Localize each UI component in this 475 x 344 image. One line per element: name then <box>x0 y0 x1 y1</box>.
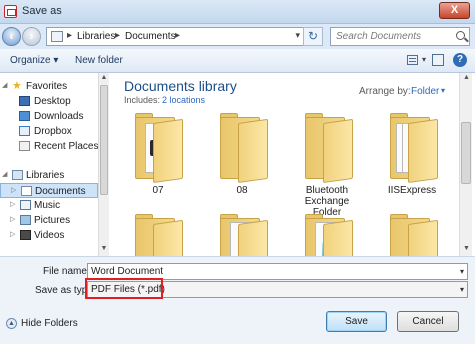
dropbox-icon <box>19 126 30 136</box>
includes-label: Includes: <box>124 95 161 105</box>
arrange-by-label: Arrange by: <box>359 86 411 97</box>
pictures-icon <box>20 215 31 225</box>
forward-button[interactable]: › <box>22 27 41 46</box>
locations-link[interactable]: 2 locations <box>162 95 205 105</box>
annotation-highlight <box>85 278 163 299</box>
nav-favorites-header[interactable]: ◢ ★ Favorites <box>0 79 98 94</box>
search-icon[interactable] <box>456 31 465 40</box>
nav-label: Videos <box>34 230 65 241</box>
folder-item[interactable] <box>127 212 187 256</box>
content-scrollbar[interactable]: ▲ ▼ <box>459 73 472 256</box>
music-icon <box>20 200 31 210</box>
pdf-app-icon <box>4 5 17 18</box>
chevron-right-icon: ▸ <box>67 30 73 41</box>
nav-label: Downloads <box>34 111 84 122</box>
folder-name[interactable]: 07 <box>128 185 188 196</box>
collapse-up-icon[interactable]: ▲ <box>6 318 17 329</box>
search-placeholder: Search Documents <box>336 31 422 42</box>
nav-item-desktop[interactable]: Desktop <box>0 94 98 109</box>
preview-pane-icon[interactable] <box>432 54 444 66</box>
folder-item[interactable] <box>212 212 272 256</box>
hide-folders-button[interactable]: Hide Folders <box>21 318 78 329</box>
nav-label: Dropbox <box>34 126 72 137</box>
nav-label: Desktop <box>34 96 71 107</box>
refresh-icon[interactable]: ↻ <box>303 27 323 46</box>
scroll-thumb[interactable] <box>461 122 471 184</box>
nav-label: Music <box>34 200 61 211</box>
breadcrumb-libraries[interactable]: Libraries <box>77 31 115 42</box>
folder-name[interactable]: IISExpress <box>381 185 443 196</box>
downloads-icon <box>19 111 30 121</box>
window-title: Save as <box>22 5 62 17</box>
expand-icon[interactable]: ◢ <box>2 81 7 89</box>
nav-item-recent-places[interactable]: Recent Places <box>0 139 98 154</box>
toolbar: Organize ▾ New folder ▾ ? <box>0 49 475 73</box>
recent-places-icon <box>19 141 30 151</box>
nav-item-dropbox[interactable]: Dropbox <box>0 124 98 139</box>
folder-name[interactable]: 08 <box>212 185 272 196</box>
scroll-thumb[interactable] <box>100 85 108 195</box>
nav-label: Documents <box>35 186 86 197</box>
nav-label: Libraries <box>26 170 65 181</box>
expand-icon[interactable]: ▷ <box>10 230 15 238</box>
scroll-down-icon[interactable]: ▼ <box>462 245 471 255</box>
libraries-icon <box>12 170 23 180</box>
chevron-down-icon[interactable]: ▾ <box>460 267 464 276</box>
nav-item-downloads[interactable]: Downloads <box>0 109 98 124</box>
scroll-up-icon[interactable]: ▲ <box>462 74 471 84</box>
organize-button[interactable]: Organize ▾ <box>10 55 58 66</box>
cancel-button[interactable]: Cancel <box>397 311 459 332</box>
title-bar: Save as X <box>0 0 475 24</box>
nav-scrollbar[interactable]: ▲ ▼ <box>98 73 109 256</box>
navigation-pane: ◢ ★ Favorites Desktop Downloads Dropbox … <box>0 73 108 256</box>
expand-icon[interactable]: ◢ <box>2 170 7 178</box>
file-name-value: Word Document <box>91 266 164 277</box>
folder-item[interactable] <box>297 113 357 187</box>
new-folder-button[interactable]: New folder <box>75 55 123 66</box>
nav-libraries-header[interactable]: ◢ Libraries <box>0 168 98 183</box>
close-button[interactable]: X <box>439 2 470 19</box>
nav-label: Recent Places <box>34 141 99 152</box>
back-button[interactable]: ‹ <box>2 27 21 46</box>
chevron-down-icon[interactable]: ▾ <box>295 30 300 41</box>
expand-icon[interactable]: ▷ <box>10 215 15 223</box>
help-icon[interactable]: ? <box>453 53 467 67</box>
folder-item[interactable] <box>382 212 442 256</box>
scroll-up-icon[interactable]: ▲ <box>100 74 108 84</box>
scroll-down-icon[interactable]: ▼ <box>100 245 108 255</box>
arrange-by-dropdown[interactable]: Folder <box>411 86 439 97</box>
save-button[interactable]: Save <box>326 311 387 332</box>
view-options-icon[interactable] <box>407 55 418 65</box>
address-row: ‹ › ▸ Libraries ▸ Documents ▸ ▾ ↻ Search… <box>0 24 475 49</box>
library-icon <box>51 31 63 42</box>
nav-item-videos[interactable]: ▷ Videos <box>0 228 98 243</box>
folder-item[interactable] <box>382 113 442 187</box>
address-bar[interactable]: ▸ Libraries ▸ Documents ▸ ▾ <box>46 27 319 46</box>
chevron-right-icon: ▸ <box>175 30 181 41</box>
chevron-down-icon[interactable]: ▾ <box>460 285 464 294</box>
expand-icon[interactable]: ▷ <box>11 186 16 194</box>
chevron-down-icon[interactable]: ▾ <box>422 55 426 64</box>
library-title: Documents library <box>124 78 237 94</box>
expand-icon[interactable]: ▷ <box>10 200 15 208</box>
star-icon: ★ <box>12 80 22 92</box>
nav-item-pictures[interactable]: ▷ Pictures <box>0 213 98 228</box>
folder-item[interactable] <box>297 212 357 256</box>
nav-label: Favorites <box>26 81 68 92</box>
nav-item-music[interactable]: ▷ Music <box>0 198 98 213</box>
chevron-right-icon: ▸ <box>115 30 121 41</box>
documents-icon <box>21 186 32 196</box>
folder-item[interactable] <box>212 113 272 187</box>
folder-item[interactable] <box>127 113 187 187</box>
breadcrumb-documents[interactable]: Documents <box>125 31 176 42</box>
videos-icon <box>20 230 31 240</box>
search-input[interactable]: Search Documents <box>330 27 470 46</box>
nav-label: Pictures <box>34 215 71 226</box>
desktop-icon <box>19 96 30 106</box>
chevron-down-icon[interactable]: ▾ <box>441 86 445 95</box>
file-name-label: File name: <box>43 266 90 277</box>
nav-item-documents[interactable]: ▷ Documents <box>0 183 98 198</box>
